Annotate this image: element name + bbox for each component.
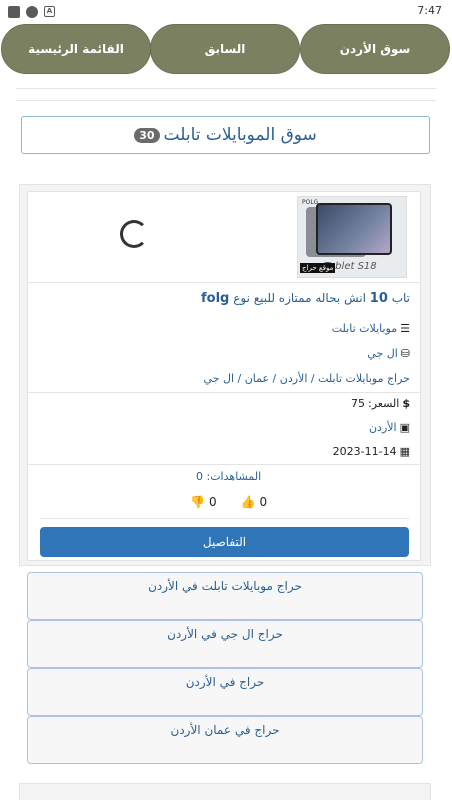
next-listing-container: [19, 783, 431, 800]
divider: [16, 100, 436, 101]
status-bar: A 7:47: [0, 0, 452, 24]
related-link[interactable]: حراج في الأردن: [27, 668, 423, 716]
breadcrumb: حراج موبايلات تابلت / الأردن / عمان / ال…: [204, 372, 411, 385]
notification-circle-icon: [26, 6, 38, 18]
page-title-text: سوق الموبايلات تابلت: [163, 125, 317, 145]
notification-a-icon: A: [44, 6, 55, 17]
divider: [28, 392, 420, 393]
image-brand-text: POLG: [302, 199, 319, 206]
votes-row: 👎 0 👍 0: [190, 495, 267, 509]
dislike-count: 0: [208, 495, 217, 509]
status-time: 7:47: [417, 4, 442, 17]
price-label: السعر:: [368, 397, 400, 410]
divider: [40, 518, 409, 519]
loading-spinner-icon: [120, 220, 148, 248]
listing-title-link[interactable]: تاب 10 انش بحاله ممتازه للبيع نوع folg: [201, 291, 410, 306]
details-button[interactable]: التفاصيل: [40, 527, 409, 557]
dislike-button[interactable]: 👎 0: [190, 495, 217, 509]
date-value: 2023-11-14: [332, 445, 397, 458]
previous-button[interactable]: السابق: [150, 24, 300, 74]
title-middle: انش بحاله ممتازه للبيع نوع: [233, 291, 366, 305]
date-row: ▦ 2023-11-14: [333, 445, 410, 458]
page-title: سوق الموبايلات تابلت 30: [21, 116, 430, 154]
top-navigation: القائمة الرئيسية السابق سوق الأردن: [0, 24, 452, 76]
views-row: المشاهدات: 0: [196, 470, 261, 483]
category-row: ☰ موبايلات تابلت: [332, 322, 410, 335]
country-link[interactable]: الأردن: [369, 421, 397, 434]
price-row: $ السعر: 75: [351, 397, 410, 410]
country-row: ▣ الأردن: [369, 421, 410, 434]
tablet-screen-shape: [316, 203, 392, 255]
list-icon: ☰: [400, 322, 410, 335]
related-link[interactable]: حراج ال جي في الأردن: [27, 620, 423, 668]
related-link[interactable]: حراج في عمان الأردن: [27, 716, 423, 764]
category-link[interactable]: موبايلات تابلت: [332, 322, 397, 335]
image-stamp-text: موقع حراج: [300, 263, 336, 273]
jordan-market-button[interactable]: سوق الأردن: [300, 24, 450, 74]
count-badge: 30: [134, 127, 160, 143]
views-label: المشاهدات:: [206, 470, 262, 483]
brand-link[interactable]: ال جي: [367, 347, 398, 360]
like-count: 0: [259, 495, 268, 509]
title-prefix: تاب: [391, 291, 410, 305]
calendar-icon: ▦: [399, 445, 410, 458]
divider: [28, 464, 420, 465]
thumbs-down-icon: 👎: [190, 495, 205, 509]
title-number: 10: [369, 291, 388, 306]
dollar-icon: $: [402, 397, 410, 410]
notification-square-icon: [8, 6, 20, 18]
database-icon: ⛁: [400, 347, 410, 360]
like-button[interactable]: 👍 0: [241, 495, 268, 509]
thumbs-up-icon: 👍: [240, 495, 256, 509]
related-link[interactable]: حراج موبايلات تابلت في الأردن: [27, 572, 423, 620]
divider: [28, 282, 420, 283]
home-menu-button[interactable]: القائمة الرئيسية: [1, 24, 151, 74]
brand-row: ⛁ ال جي: [367, 347, 410, 360]
map-icon: ▣: [399, 421, 410, 434]
divider: [16, 88, 436, 89]
price-value: 75: [351, 397, 366, 410]
title-brand: folg: [201, 291, 230, 306]
breadcrumb-link[interactable]: حراج موبايلات تابلت / الأردن / عمان / ال…: [204, 372, 411, 385]
views-value: 0: [196, 470, 203, 483]
listing-image[interactable]: POLG Tablet S18 موقع حراج: [297, 196, 407, 278]
